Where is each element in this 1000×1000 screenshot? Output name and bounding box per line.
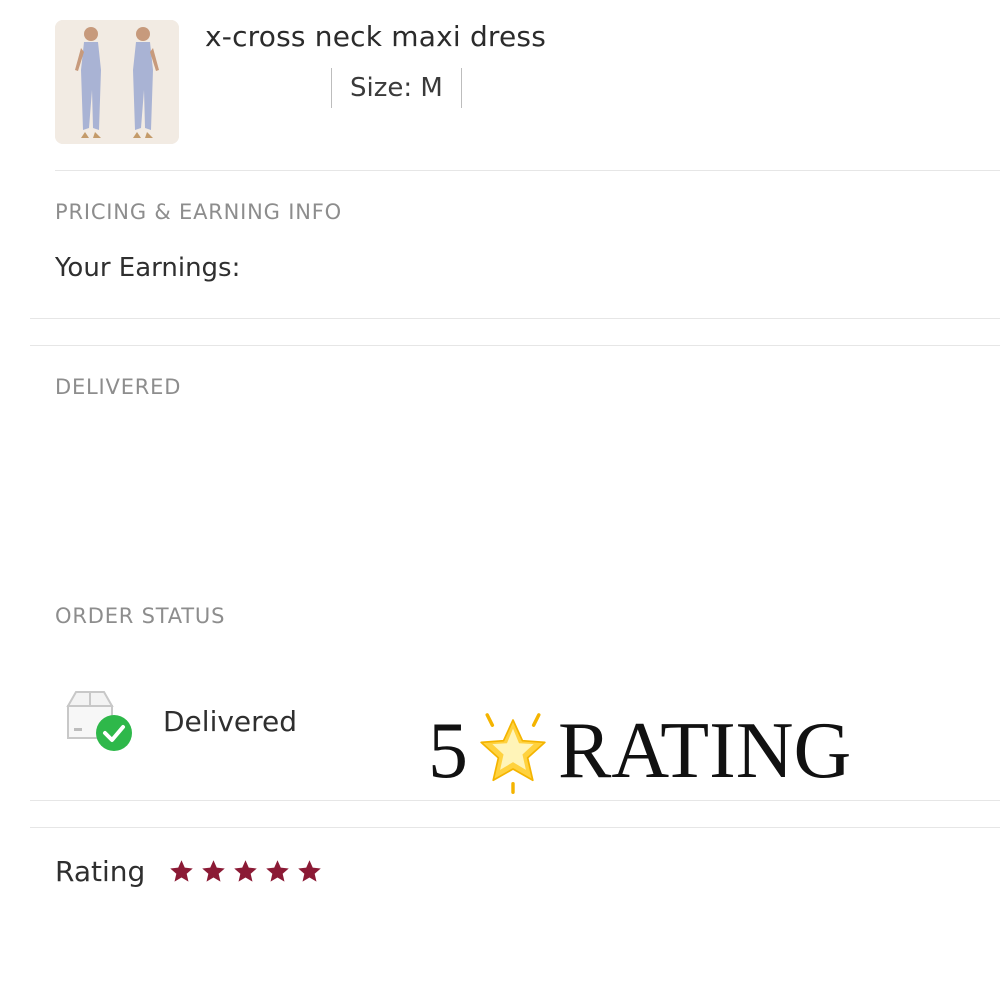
product-thumbnail[interactable]: [55, 20, 179, 144]
rating-label: Rating: [55, 855, 146, 888]
package-check-icon: [62, 688, 136, 754]
glowing-star-icon: [480, 713, 546, 794]
rating-overlay: 5 RATING: [428, 706, 851, 796]
product-title[interactable]: x-cross neck maxi dress: [205, 20, 546, 53]
pricing-section-label: PRICING & EARNING INFO: [55, 200, 342, 224]
size-label: Size: M: [350, 73, 443, 103]
divider: [30, 345, 1000, 346]
star-icon: [170, 860, 193, 882]
order-status-section-label: ORDER STATUS: [55, 604, 226, 628]
star-icon: [202, 860, 225, 882]
rating-stars: [168, 858, 323, 885]
overlay-number: 5: [428, 707, 468, 795]
earnings-label: Your Earnings:: [55, 253, 241, 283]
order-status-text: Delivered: [163, 705, 298, 738]
star-icon: [234, 860, 257, 882]
overlay-word: RATING: [558, 707, 852, 795]
delivered-section-label: DELIVERED: [55, 375, 182, 399]
size-selector[interactable]: Size: M: [331, 68, 462, 108]
star-icon: [266, 860, 289, 882]
divider: [30, 800, 1000, 801]
divider-right: [460, 68, 462, 108]
product-photo-icon: [55, 20, 179, 144]
star-icon: [298, 860, 321, 882]
divider: [30, 827, 1000, 828]
divider: [55, 170, 1000, 171]
divider: [30, 318, 1000, 319]
